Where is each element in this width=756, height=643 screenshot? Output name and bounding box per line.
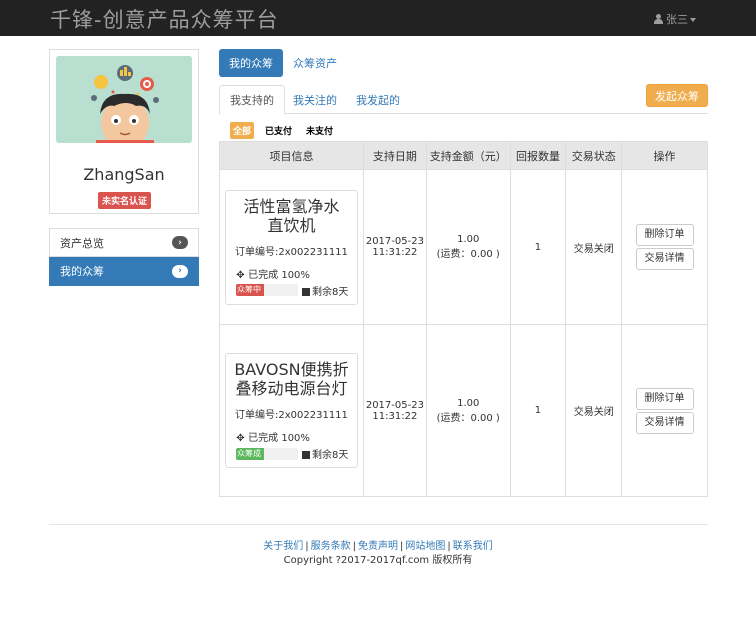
column-header: 支持日期 [362, 141, 427, 170]
table-header-row: 项目信息 支持日期 支持金额（元） 回报数量 交易状态 操作 [219, 141, 708, 170]
support-date: 2017-05-23 [365, 399, 424, 411]
filter-paid[interactable]: 已支付 [262, 122, 295, 139]
trade-detail-button[interactable]: 交易详情 [635, 411, 694, 434]
filter-unpaid[interactable]: 未支付 [303, 122, 336, 139]
reward-quantity: 1 [509, 169, 567, 325]
progress-bar: 众筹中 [235, 284, 298, 296]
side-item-label: 资产总览 [60, 236, 104, 250]
reward-quantity: 1 [509, 324, 567, 497]
tab-followed[interactable]: 我关注的 [283, 85, 347, 114]
table-row: BAVOSN便携折叠移动电源台灯 订单编号:2x002231111 ✥ 已完成 … [219, 324, 708, 497]
move-icon: ✥ [236, 433, 245, 444]
trade-detail-button[interactable]: 交易详情 [635, 248, 694, 270]
column-header: 交易状态 [565, 141, 623, 170]
project-title[interactable]: BAVOSN便携折叠移动电源台灯 [230, 360, 353, 398]
delete-order-button[interactable]: 删除订单 [635, 224, 694, 246]
completion-text: 已完成 100% [248, 433, 310, 444]
top-navbar: 千锋-创意产品众筹平台 张三 [0, 0, 756, 36]
filter-all[interactable]: 全部 [230, 122, 255, 139]
profile-card: ZhangSan 未实名认证 [49, 49, 199, 214]
chevron-right-icon: › [172, 236, 188, 249]
column-header: 项目信息 [219, 141, 364, 170]
order-number: 订单编号:2x002231111 [235, 410, 348, 421]
project-title[interactable]: 活性富氢净水直饮机 [230, 197, 353, 235]
avatar [56, 56, 192, 143]
table-row: 活性富氢净水直饮机 订单编号:2x002231111 ✥ 已完成 100% 众筹… [219, 169, 708, 325]
status-label: 众筹中 [235, 284, 265, 296]
user-menu[interactable]: 张三 [654, 11, 696, 27]
tab-supported[interactable]: 我支持的 [219, 85, 285, 115]
column-header: 操作 [621, 141, 708, 170]
side-item-my-crowdfunding[interactable]: 我的众筹 › [49, 257, 199, 286]
tab-my-crowdfunding[interactable]: 我的众筹 [219, 49, 283, 77]
side-item-label: 我的众筹 [60, 265, 104, 278]
orders-table: 项目信息 支持日期 支持金额（元） 回报数量 交易状态 操作 活性富氢净水直饮机… [219, 141, 708, 497]
footer-divider [49, 524, 708, 525]
support-time: 11:31:22 [372, 247, 418, 258]
support-amount: 1.00 [457, 234, 480, 245]
footer-links: 关于我们 | 服务条款 | 免责声明 | 网站地图 | 联系我们 [263, 541, 493, 552]
tab-launched[interactable]: 我发起的 [346, 85, 410, 114]
project-card[interactable]: BAVOSN便携折叠移动电源台灯 订单编号:2x002231111 ✥ 已完成 … [224, 353, 358, 468]
caret-down-icon [690, 18, 696, 22]
payment-filters: 全部 已支付 未支付 [230, 122, 336, 139]
main-tabs: 我的众筹 众筹资产 [219, 49, 347, 77]
calendar-icon [301, 451, 310, 459]
profile-username: ZhangSan [83, 165, 165, 184]
side-menu: 资产总览 › 我的众筹 › [49, 228, 199, 286]
launch-crowdfunding-button[interactable]: 发起众筹 [646, 84, 708, 107]
user-icon [654, 14, 663, 24]
delete-order-button[interactable]: 删除订单 [635, 387, 694, 410]
remaining-days: 剩余8天 [311, 286, 349, 298]
support-date: 2017-05-23 [365, 236, 424, 247]
trade-status: 交易关闭 [565, 169, 623, 325]
completion-text: 已完成 100% [248, 269, 310, 281]
column-header: 回报数量 [509, 141, 567, 170]
trade-status: 交易关闭 [565, 324, 623, 497]
user-name: 张三 [666, 13, 688, 26]
move-icon: ✥ [236, 269, 245, 281]
order-number: 订单编号:2x002231111 [235, 246, 348, 258]
progress-bar: 众筹成 [235, 447, 298, 460]
verification-badge[interactable]: 未实名认证 [98, 192, 152, 209]
support-time: 11:31:22 [372, 410, 418, 422]
project-card[interactable]: 活性富氢净水直饮机 订单编号:2x002231111 ✥ 已完成 100% 众筹… [224, 189, 358, 305]
sub-tabs: 我支持的 我关注的 我发起的 发起众筹 [219, 84, 708, 115]
calendar-icon [301, 287, 310, 296]
remaining-days: 剩余8天 [311, 450, 349, 461]
side-item-asset-overview[interactable]: 资产总览 › [49, 228, 199, 257]
chevron-right-icon: › [172, 264, 188, 278]
shipping-fee: (运费：0.00 ) [436, 249, 500, 260]
status-label: 众筹成 [235, 447, 265, 460]
shipping-fee: (运费：0.00 ) [436, 412, 500, 424]
copyright: Copyright ?2017-2017qf.com 版权所有 [283, 555, 473, 566]
column-header: 支持金额（元） [425, 141, 511, 170]
support-amount: 1.00 [457, 397, 480, 409]
brand-title[interactable]: 千锋-创意产品众筹平台 [50, 4, 279, 34]
tab-crowdfunding-assets[interactable]: 众筹资产 [283, 49, 347, 77]
